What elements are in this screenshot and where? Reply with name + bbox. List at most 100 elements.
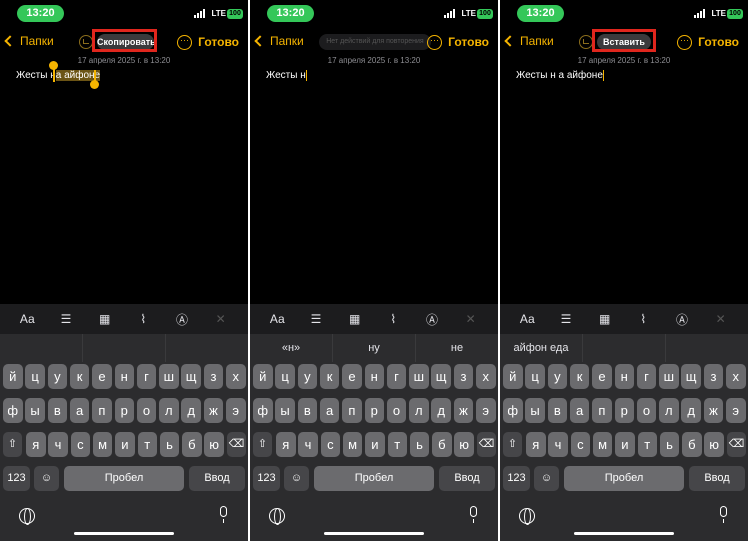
key[interactable]: и — [115, 432, 135, 457]
space-key[interactable]: Пробел — [564, 466, 684, 491]
back-button[interactable]: Папки — [504, 34, 554, 48]
key[interactable]: ш — [409, 364, 429, 389]
key[interactable]: ы — [25, 398, 45, 423]
key[interactable]: я — [26, 432, 46, 457]
selection-handle-end[interactable] — [90, 80, 99, 89]
key[interactable]: п — [92, 398, 112, 423]
key[interactable]: д — [431, 398, 451, 423]
suggestion-3[interactable]: не — [416, 334, 498, 362]
key[interactable]: о — [636, 398, 657, 423]
key[interactable]: в — [547, 398, 568, 423]
numbers-key[interactable]: 123 — [3, 466, 30, 491]
key[interactable]: ю — [704, 432, 724, 457]
key[interactable]: е — [92, 364, 112, 389]
key[interactable]: з — [703, 364, 724, 389]
close-icon[interactable]: ✕ — [460, 312, 482, 326]
key[interactable]: н — [614, 364, 634, 389]
format-button[interactable]: Аа — [16, 312, 38, 326]
shift-icon[interactable]: ⇧ — [253, 432, 272, 457]
shift-icon[interactable]: ⇧ — [503, 432, 522, 457]
key[interactable]: б — [182, 432, 202, 457]
more-options-icon[interactable]: ··· — [427, 35, 442, 50]
return-key[interactable]: Ввод — [189, 466, 245, 491]
key[interactable]: н — [114, 364, 134, 389]
key[interactable]: л — [659, 398, 679, 423]
key[interactable]: р — [614, 398, 634, 423]
emoji-icon[interactable]: ☺ — [534, 466, 559, 491]
key[interactable]: и — [615, 432, 635, 457]
microphone-icon[interactable] — [470, 506, 477, 523]
key[interactable]: э — [726, 398, 746, 423]
key[interactable]: х — [476, 364, 496, 389]
back-button[interactable]: Папки — [254, 34, 304, 48]
key[interactable]: к — [319, 364, 340, 389]
key[interactable]: э — [226, 398, 246, 423]
key[interactable]: с — [70, 432, 91, 457]
key[interactable]: г — [136, 364, 157, 389]
key[interactable]: ч — [298, 432, 318, 457]
suggestion-3[interactable] — [166, 334, 248, 362]
key[interactable]: ь — [159, 432, 180, 457]
key[interactable]: к — [69, 364, 90, 389]
key[interactable]: ф — [3, 398, 23, 423]
key[interactable]: е — [342, 364, 362, 389]
checklist-icon[interactable]: ☰ — [55, 312, 77, 326]
key[interactable]: с — [570, 432, 591, 457]
key[interactable]: ф — [253, 398, 273, 423]
return-key[interactable]: Ввод — [439, 466, 495, 491]
key[interactable]: х — [726, 364, 746, 389]
key[interactable]: ю — [204, 432, 224, 457]
done-button[interactable]: Готово — [198, 35, 239, 49]
suggestion-3[interactable] — [666, 334, 748, 362]
key[interactable]: т — [637, 432, 657, 457]
return-key[interactable]: Ввод — [689, 466, 745, 491]
key[interactable]: ь — [409, 432, 430, 457]
globe-icon[interactable] — [519, 508, 535, 525]
key[interactable]: з — [453, 364, 474, 389]
key[interactable]: ж — [703, 398, 724, 423]
globe-icon[interactable] — [19, 508, 35, 525]
undo-icon[interactable] — [79, 35, 93, 49]
key[interactable]: щ — [681, 364, 701, 389]
key[interactable]: ц — [525, 364, 545, 389]
undo-icon[interactable] — [579, 35, 593, 49]
attachment-icon[interactable]: ⌇ — [382, 312, 404, 326]
format-button[interactable]: Аа — [266, 312, 288, 326]
key[interactable]: г — [386, 364, 407, 389]
key[interactable]: ы — [525, 398, 545, 423]
key[interactable]: ш — [159, 364, 179, 389]
key[interactable]: п — [342, 398, 362, 423]
key[interactable]: я — [526, 432, 546, 457]
numbers-key[interactable]: 123 — [503, 466, 530, 491]
attachment-icon[interactable]: ⌇ — [632, 312, 654, 326]
globe-icon[interactable] — [269, 508, 285, 525]
done-button[interactable]: Готово — [698, 35, 739, 49]
emoji-icon[interactable]: ☺ — [284, 466, 309, 491]
markup-icon[interactable]: Ⓐ — [171, 311, 193, 328]
key[interactable]: ж — [453, 398, 474, 423]
key[interactable]: ю — [454, 432, 474, 457]
markup-icon[interactable]: Ⓐ — [671, 311, 693, 328]
key[interactable]: г — [636, 364, 657, 389]
key[interactable]: й — [3, 364, 23, 389]
note-body[interactable]: Жесты н а айфоне — [516, 70, 605, 81]
key[interactable]: а — [69, 398, 90, 423]
checklist-icon[interactable]: ☰ — [555, 312, 577, 326]
table-icon[interactable]: ▦ — [94, 312, 116, 326]
key[interactable]: й — [503, 364, 523, 389]
key[interactable]: ь — [659, 432, 680, 457]
key[interactable]: ц — [25, 364, 45, 389]
key[interactable]: ч — [548, 432, 568, 457]
attachment-icon[interactable]: ⌇ — [132, 312, 154, 326]
close-icon[interactable]: ✕ — [210, 312, 232, 326]
suggestion-1[interactable]: айфон еда — [500, 334, 583, 362]
close-icon[interactable]: ✕ — [710, 312, 732, 326]
more-options-icon[interactable]: ··· — [677, 35, 692, 50]
key[interactable]: я — [276, 432, 296, 457]
note-body[interactable]: Жесты на айфоне — [16, 70, 101, 81]
suggestion-2[interactable]: ну — [333, 334, 416, 362]
numbers-key[interactable]: 123 — [253, 466, 280, 491]
key[interactable]: о — [386, 398, 407, 423]
key[interactable]: в — [47, 398, 68, 423]
delete-icon[interactable]: ⌫ — [477, 432, 496, 457]
